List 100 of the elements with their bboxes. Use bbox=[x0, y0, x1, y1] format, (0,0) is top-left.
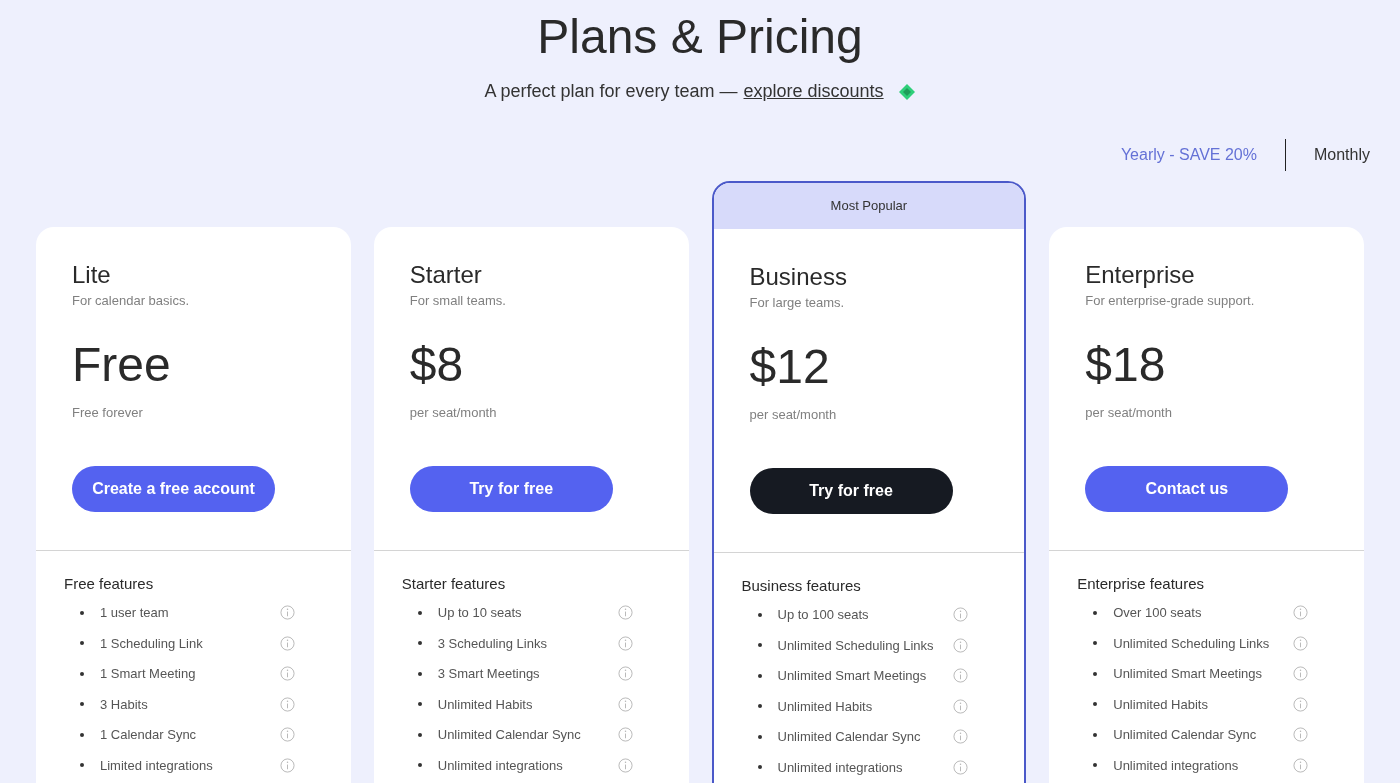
features-heading: Starter features bbox=[401, 574, 507, 594]
plan-button[interactable]: Try for free bbox=[409, 466, 613, 512]
bullet-icon bbox=[80, 702, 84, 707]
plan-tagline: For calendar basics. bbox=[72, 292, 191, 310]
bullet-icon bbox=[1093, 671, 1098, 676]
bullet-icon bbox=[1093, 763, 1098, 768]
info-icon[interactable] bbox=[1293, 757, 1308, 773]
price-note: per seat/month bbox=[749, 405, 838, 424]
billing-tab[interactable]: Yearly - SAVE 20% bbox=[1120, 143, 1257, 167]
money-icon bbox=[897, 82, 916, 101]
feature-text: Up to 10 seats bbox=[437, 604, 523, 622]
plan-button[interactable]: Try for free bbox=[749, 468, 953, 514]
feature-text: Unlimited Calendar Sync bbox=[1113, 726, 1258, 744]
plan-name: Business bbox=[749, 263, 848, 291]
bullet-icon bbox=[417, 732, 422, 737]
feature-text: 3 Smart Meetings bbox=[437, 665, 541, 683]
bullet-icon bbox=[417, 610, 422, 615]
page-title: Plans & Pricing bbox=[537, 9, 863, 65]
plan-tagline: For small teams. bbox=[409, 292, 507, 310]
discounts-link[interactable]: explore discounts bbox=[743, 78, 884, 105]
info-icon[interactable] bbox=[1293, 635, 1308, 651]
info-icon[interactable] bbox=[279, 727, 295, 743]
plan-button[interactable]: Create a free account bbox=[72, 466, 275, 512]
info-icon[interactable] bbox=[617, 696, 633, 712]
info-icon[interactable] bbox=[279, 757, 295, 773]
most-popular-banner: Most Popular bbox=[713, 183, 1025, 229]
price-note: per seat/month bbox=[409, 403, 498, 422]
features-heading: Business features bbox=[741, 576, 862, 596]
bullet-icon bbox=[1093, 702, 1098, 707]
info-icon[interactable] bbox=[279, 696, 295, 712]
info-icon[interactable] bbox=[1293, 666, 1308, 682]
plan-price: $12 bbox=[749, 338, 831, 395]
bullet-icon bbox=[757, 612, 762, 617]
plan-tagline: For large teams. bbox=[749, 294, 846, 312]
bullet-icon bbox=[80, 610, 84, 615]
feature-text: Unlimited Calendar Sync bbox=[437, 726, 582, 744]
info-icon[interactable] bbox=[953, 759, 969, 775]
bullet-icon bbox=[80, 671, 84, 676]
bullet-icon bbox=[80, 763, 84, 768]
feature-text: Unlimited Smart Meetings bbox=[777, 667, 928, 685]
info-icon[interactable] bbox=[953, 698, 969, 714]
info-icon[interactable] bbox=[953, 607, 969, 623]
feature-text: Unlimited integrations bbox=[777, 758, 904, 777]
info-icon[interactable] bbox=[279, 666, 295, 682]
plan-price: Free bbox=[72, 336, 172, 393]
feature-text: Unlimited Scheduling Links bbox=[777, 636, 935, 655]
plan-price: $18 bbox=[1085, 336, 1167, 393]
feature-text: 1 Smart Meeting bbox=[100, 665, 197, 683]
info-icon[interactable] bbox=[1293, 727, 1308, 743]
feature-text: 3 Scheduling Links bbox=[437, 634, 548, 653]
features-heading: Enterprise features bbox=[1077, 574, 1205, 594]
info-icon[interactable] bbox=[617, 666, 633, 682]
plan-name: Lite bbox=[72, 261, 112, 289]
subtitle: A perfect plan for every team — bbox=[484, 80, 738, 103]
feature-text: 3 Habits bbox=[100, 695, 149, 714]
feature-text: Unlimited Calendar Sync bbox=[777, 728, 922, 746]
info-icon[interactable] bbox=[279, 605, 295, 621]
feature-text: Unlimited Scheduling Links bbox=[1113, 634, 1271, 653]
bullet-icon bbox=[80, 732, 84, 737]
info-icon[interactable] bbox=[953, 637, 969, 653]
bullet-icon bbox=[1093, 610, 1098, 615]
feature-text: Limited integrations bbox=[100, 756, 214, 775]
info-icon[interactable] bbox=[1293, 696, 1308, 712]
info-icon[interactable] bbox=[617, 727, 633, 743]
feature-text: Unlimited integrations bbox=[1113, 756, 1240, 775]
info-icon[interactable] bbox=[953, 729, 969, 745]
features-heading: Free features bbox=[64, 574, 155, 594]
feature-text: Up to 100 seats bbox=[777, 606, 870, 624]
feature-text: Unlimited Habits bbox=[1113, 695, 1209, 714]
bullet-icon bbox=[80, 641, 84, 646]
plan-button[interactable]: Contact us bbox=[1085, 466, 1289, 512]
bullet-icon bbox=[417, 671, 422, 676]
bullet-icon bbox=[1093, 732, 1098, 737]
feature-text: Unlimited Habits bbox=[437, 695, 534, 714]
bullet-icon bbox=[417, 641, 422, 646]
price-note: per seat/month bbox=[1085, 403, 1173, 422]
info-icon[interactable] bbox=[617, 605, 633, 621]
info-icon[interactable] bbox=[279, 635, 295, 651]
feature-text: 1 user team bbox=[100, 604, 170, 622]
bullet-icon bbox=[1093, 641, 1098, 646]
info-icon[interactable] bbox=[953, 668, 969, 684]
info-icon[interactable] bbox=[617, 757, 633, 773]
billing-tab[interactable]: Monthly bbox=[1313, 143, 1370, 167]
bullet-icon bbox=[417, 763, 422, 768]
feature-text: 1 Scheduling Link bbox=[100, 634, 204, 653]
bullet-icon bbox=[757, 673, 762, 678]
plan-name: Enterprise bbox=[1085, 261, 1196, 289]
info-icon[interactable] bbox=[1293, 605, 1308, 621]
feature-text: 1 Calendar Sync bbox=[100, 726, 198, 744]
feature-text: Unlimited Habits bbox=[777, 697, 874, 716]
info-icon[interactable] bbox=[617, 635, 633, 651]
bullet-icon bbox=[757, 765, 762, 770]
feature-text: Unlimited integrations bbox=[437, 756, 564, 775]
feature-text: Unlimited Smart Meetings bbox=[1113, 665, 1264, 683]
bullet-icon bbox=[757, 643, 762, 648]
plan-tagline: For enterprise-grade support. bbox=[1085, 292, 1256, 310]
bullet-icon bbox=[757, 704, 762, 709]
plan-name: Starter bbox=[409, 261, 483, 289]
plan-price: $8 bbox=[409, 336, 465, 393]
feature-text: Over 100 seats bbox=[1113, 604, 1203, 622]
